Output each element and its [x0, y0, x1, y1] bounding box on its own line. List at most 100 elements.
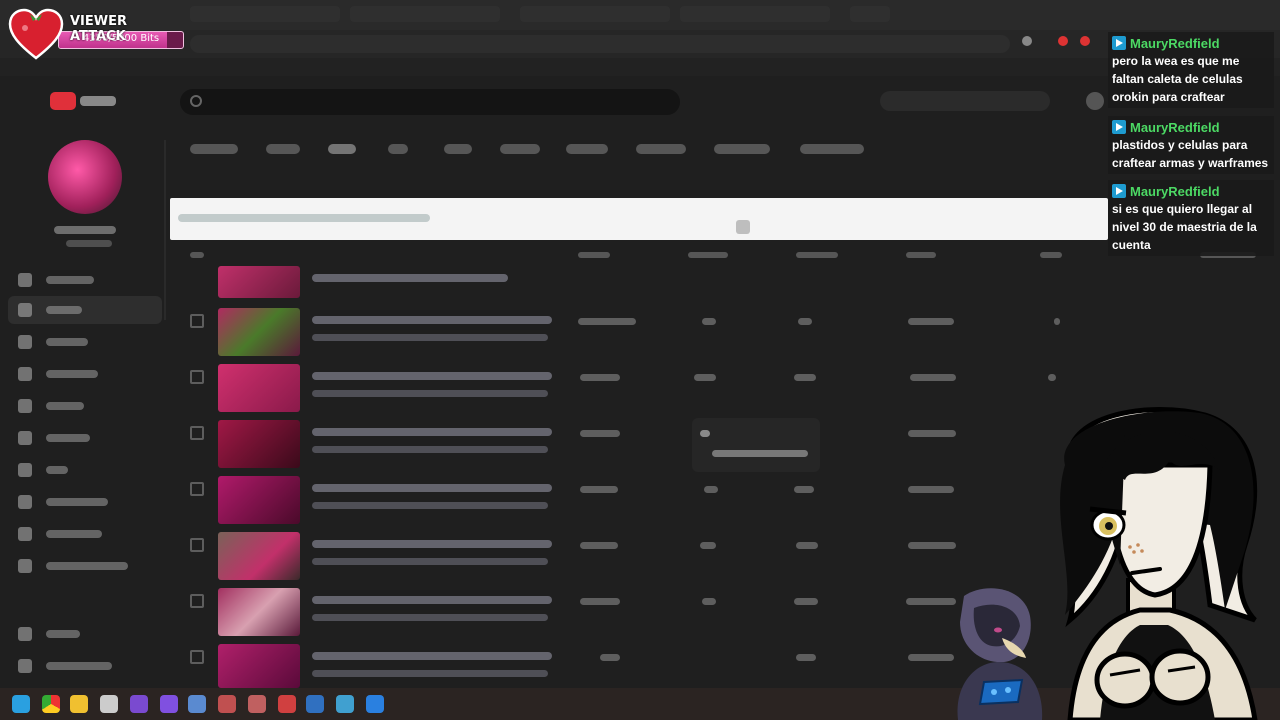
- tab-podcasts[interactable]: [500, 144, 540, 154]
- visibility-cell[interactable]: [580, 486, 618, 493]
- chat-text: pero la wea es que me faltan caleta de c…: [1112, 54, 1243, 104]
- sidebar-item-settings[interactable]: [8, 552, 162, 580]
- extension-icon[interactable]: [1058, 36, 1068, 46]
- viewer-attack-widget: 4350/5000 Bits VIEWER ATTACK: [6, 4, 186, 60]
- app-icon[interactable]: [366, 695, 384, 713]
- video-thumbnail[interactable]: [218, 266, 300, 298]
- tab-item[interactable]: [800, 144, 864, 154]
- app-icon[interactable]: [100, 695, 118, 713]
- browser-tab[interactable]: [680, 6, 830, 22]
- tab-shorts[interactable]: [266, 144, 300, 154]
- video-thumbnail[interactable]: [218, 644, 300, 688]
- video-thumbnail[interactable]: [218, 476, 300, 524]
- sidebar-item-subtitles[interactable]: [8, 392, 162, 420]
- sidebar-item-customization[interactable]: [8, 488, 162, 516]
- app-icon[interactable]: [278, 695, 296, 713]
- video-title[interactable]: [312, 484, 552, 492]
- sidebar-item-comments[interactable]: [8, 360, 162, 388]
- row-checkbox[interactable]: [190, 482, 204, 496]
- channel-avatar[interactable]: [48, 140, 122, 214]
- video-thumbnail[interactable]: [218, 308, 300, 356]
- row-checkbox[interactable]: [190, 370, 204, 384]
- column-header-comments[interactable]: [1040, 252, 1062, 258]
- row-checkbox[interactable]: [190, 426, 204, 440]
- sidebar-item-analytics[interactable]: [8, 328, 162, 356]
- visibility-cell[interactable]: [580, 430, 620, 437]
- extension-icon[interactable]: [1080, 36, 1090, 46]
- video-thumbnail[interactable]: [218, 588, 300, 636]
- tab-item[interactable]: [636, 144, 686, 154]
- sidebar-item-earn[interactable]: [8, 456, 162, 484]
- row-checkbox[interactable]: [190, 650, 204, 664]
- sidebar-item-dashboard[interactable]: [8, 266, 162, 294]
- app-icon[interactable]: [306, 695, 324, 713]
- settings-icon: [18, 559, 32, 573]
- channel-search-input[interactable]: [180, 89, 680, 115]
- feedback-icon: [18, 659, 32, 673]
- sidebar-item-settings-2[interactable]: [8, 620, 162, 648]
- gear-icon: [18, 627, 32, 641]
- start-icon[interactable]: [12, 695, 30, 713]
- visibility-cell[interactable]: [600, 654, 620, 661]
- app-icon[interactable]: [130, 695, 148, 713]
- browser-tab[interactable]: [190, 6, 340, 22]
- visibility-cell[interactable]: [578, 318, 636, 325]
- browser-tab[interactable]: [520, 6, 670, 22]
- tab-item[interactable]: [714, 144, 770, 154]
- files-icon[interactable]: [70, 695, 88, 713]
- video-thumbnail[interactable]: [218, 420, 300, 468]
- column-header-date[interactable]: [796, 252, 838, 258]
- row-checkbox[interactable]: [190, 538, 204, 552]
- video-title[interactable]: [312, 540, 552, 548]
- date-cell: [796, 654, 816, 661]
- url-field[interactable]: [190, 35, 1010, 53]
- comments-icon: [18, 367, 32, 381]
- video-thumbnail[interactable]: [218, 532, 300, 580]
- row-checkbox[interactable]: [190, 314, 204, 328]
- tab-posts[interactable]: [388, 144, 408, 154]
- app-icon[interactable]: [188, 695, 206, 713]
- tab-live[interactable]: [328, 144, 356, 154]
- chat-username: MauryRedfield: [1130, 119, 1220, 135]
- extension-icon[interactable]: [1022, 36, 1032, 46]
- video-title[interactable]: [312, 596, 552, 604]
- chrome-icon[interactable]: [42, 695, 60, 713]
- app-icon[interactable]: [248, 695, 266, 713]
- account-avatar[interactable]: [1086, 92, 1104, 110]
- visibility-cell[interactable]: [580, 374, 620, 381]
- youtube-logo-icon[interactable]: [50, 92, 76, 110]
- browser-tab[interactable]: [350, 6, 500, 22]
- app-icon[interactable]: [160, 695, 178, 713]
- video-title[interactable]: [312, 428, 552, 436]
- column-header-views[interactable]: [906, 252, 936, 258]
- mouse-cursor-icon: [736, 220, 750, 234]
- row-checkbox[interactable]: [190, 594, 204, 608]
- table-row[interactable]: [190, 308, 1240, 358]
- tab-promotions[interactable]: [566, 144, 608, 154]
- sidebar-item-label: [46, 402, 84, 410]
- select-all-checkbox[interactable]: [190, 252, 204, 258]
- copyright-icon: [18, 431, 32, 445]
- app-icon[interactable]: [218, 695, 236, 713]
- video-thumbnail[interactable]: [218, 364, 300, 412]
- sidebar-item-copyright[interactable]: [8, 424, 162, 452]
- sidebar-item-content[interactable]: [8, 296, 162, 324]
- browser-tab[interactable]: [850, 6, 890, 22]
- tab-playlists[interactable]: [444, 144, 472, 154]
- visibility-cell[interactable]: [580, 542, 618, 549]
- video-title[interactable]: [312, 652, 552, 660]
- column-header-restrictions[interactable]: [688, 252, 728, 258]
- table-row[interactable]: [190, 266, 1240, 298]
- app-icon[interactable]: [336, 695, 354, 713]
- video-title[interactable]: [312, 372, 552, 380]
- video-title[interactable]: [312, 274, 508, 282]
- column-header-visibility[interactable]: [578, 252, 610, 258]
- masthead-actions[interactable]: [880, 91, 1050, 111]
- filter-bar[interactable]: [170, 198, 1108, 240]
- sidebar-item-audio-library[interactable]: [8, 520, 162, 548]
- visibility-cell[interactable]: [580, 598, 620, 605]
- tab-videos[interactable]: [190, 144, 238, 154]
- video-title[interactable]: [312, 316, 552, 324]
- sidebar-item-feedback[interactable]: [8, 652, 162, 680]
- earn-icon: [18, 463, 32, 477]
